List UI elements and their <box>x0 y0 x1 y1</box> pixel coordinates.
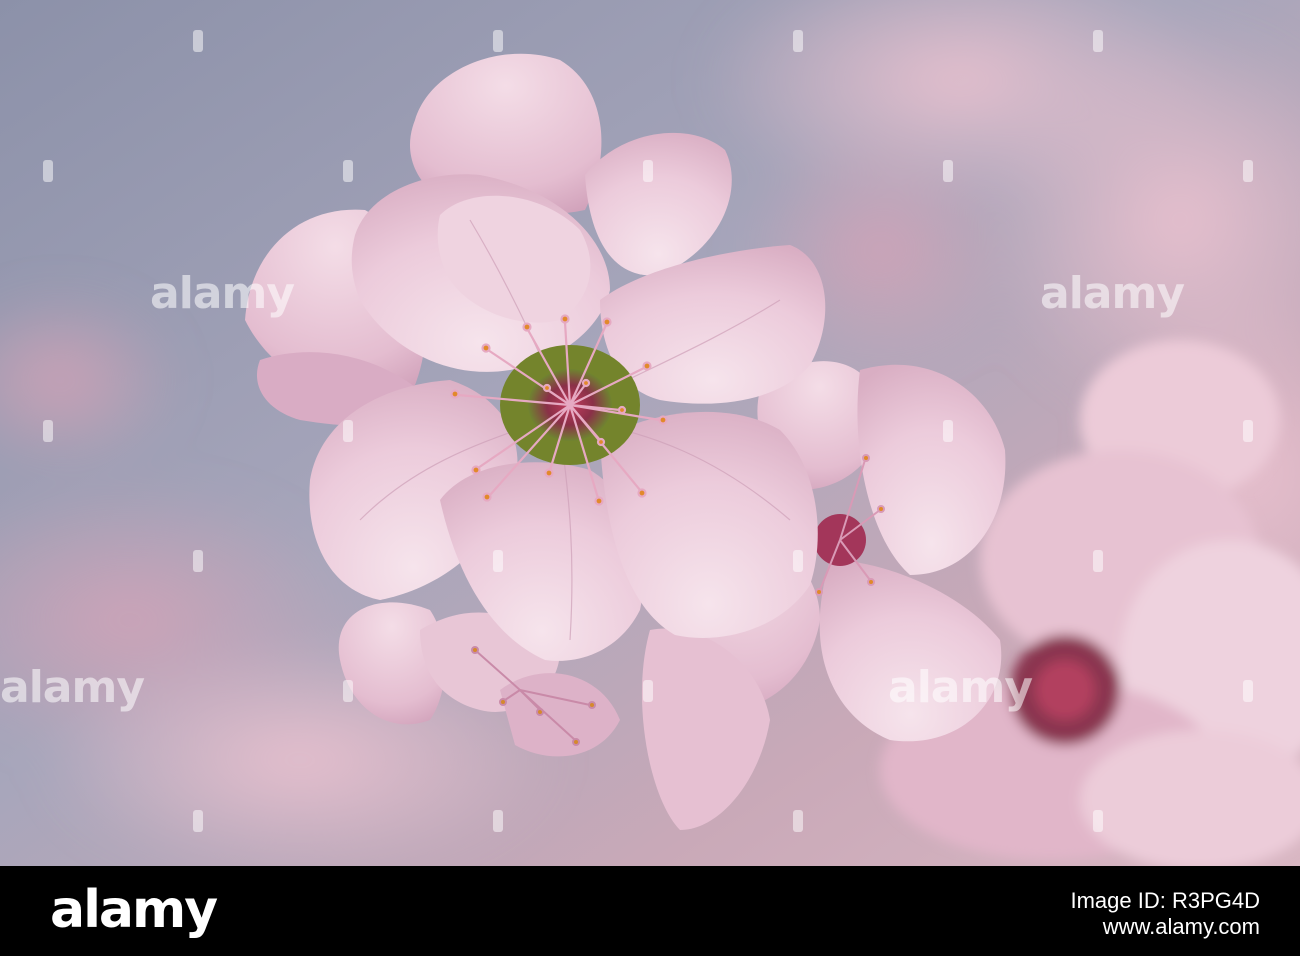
blossom-illustration <box>0 0 1300 866</box>
watermark-dot <box>1243 680 1253 702</box>
watermark-dot <box>793 810 803 832</box>
watermark-dot <box>1093 30 1103 52</box>
alamy-logo: alamy <box>50 880 218 940</box>
site-url: www.alamy.com <box>1102 914 1260 939</box>
footer-bar: alamy Image ID: R3PG4D www.alamy.com <box>0 866 1300 956</box>
watermark-text: alamy <box>0 662 145 713</box>
watermark-dot <box>793 550 803 572</box>
watermark-dot <box>493 30 503 52</box>
blossom-photo: alamy alamy alamy alamy <box>0 0 1300 866</box>
watermark-dot <box>193 30 203 52</box>
watermark-text: alamy <box>150 268 295 319</box>
watermark-dot <box>943 420 953 442</box>
watermark-dot <box>1093 810 1103 832</box>
watermark-dot <box>1093 550 1103 572</box>
watermark-dot <box>343 420 353 442</box>
watermark-dot <box>493 810 503 832</box>
watermark-dot <box>343 680 353 702</box>
watermark-text: alamy <box>888 662 1033 713</box>
watermark-dot <box>493 550 503 572</box>
watermark-dot <box>43 160 53 182</box>
watermark-dot <box>193 810 203 832</box>
watermark-dot <box>43 420 53 442</box>
watermark-dot <box>1243 420 1253 442</box>
watermark-dot <box>643 160 653 182</box>
watermark-text: alamy <box>1040 268 1185 319</box>
watermark-dot <box>793 30 803 52</box>
watermark-dot <box>1243 160 1253 182</box>
watermark-dot <box>343 160 353 182</box>
watermark-dot <box>193 550 203 572</box>
image-id: Image ID: R3PG4D <box>1070 888 1260 913</box>
watermark-dot <box>643 680 653 702</box>
image-info: Image ID: R3PG4D www.alamy.com <box>1070 888 1260 940</box>
watermark-dot <box>943 160 953 182</box>
